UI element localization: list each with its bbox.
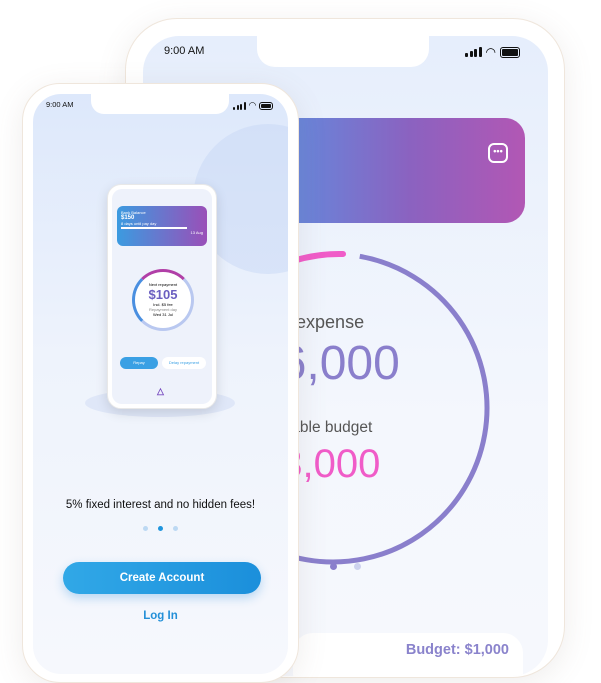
- pager-dot[interactable]: [354, 563, 361, 570]
- front-phone-screen: 9:00 AM ◠ Bank Balance $150 8 days until…: [33, 94, 288, 674]
- mini-payday-text: 8 days until pay day: [121, 221, 157, 226]
- mini-logo-icon: △: [157, 386, 164, 396]
- pager-dot-active[interactable]: [158, 526, 163, 531]
- pager-dot[interactable]: [143, 526, 148, 531]
- front-phone: 9:00 AM ◠ Bank Balance $150 8 days until…: [22, 83, 299, 683]
- wifi-icon: ◠: [248, 100, 257, 110]
- tagline: 5% fixed interest and no hidden fees!: [65, 499, 256, 511]
- signal-icon: [233, 101, 246, 110]
- mini-repayment-ring: Next repayment $105 Incl. $5 fee Repayme…: [132, 269, 194, 331]
- app-preview-phone: Bank Balance $150 8 days until pay day 1…: [107, 184, 217, 409]
- mini-balance-card: Bank Balance $150 8 days until pay day 1…: [117, 206, 207, 246]
- notch: [91, 94, 229, 114]
- create-account-button[interactable]: Create Account: [63, 562, 261, 594]
- mini-payday-date: 13 Aug: [190, 230, 203, 235]
- battery-icon: [259, 101, 274, 110]
- mini-delay-button: Delay repayment: [162, 357, 206, 369]
- mini-repay-button: Repay: [120, 357, 158, 369]
- pager-dot-active[interactable]: [330, 563, 337, 570]
- status-icons: ◠: [233, 100, 274, 111]
- pager-dot[interactable]: [173, 526, 178, 531]
- budget-label: Budget: $1,000: [405, 642, 509, 658]
- mini-day-value: Wed 31 Jul: [153, 312, 173, 317]
- ring-pink-arc: [290, 250, 346, 264]
- login-link[interactable]: Log In: [33, 610, 288, 622]
- budget-card: Budget: $1,000: [293, 633, 523, 676]
- mini-repayment-value: $105: [148, 287, 178, 302]
- status-time: 9:00 AM: [46, 100, 74, 109]
